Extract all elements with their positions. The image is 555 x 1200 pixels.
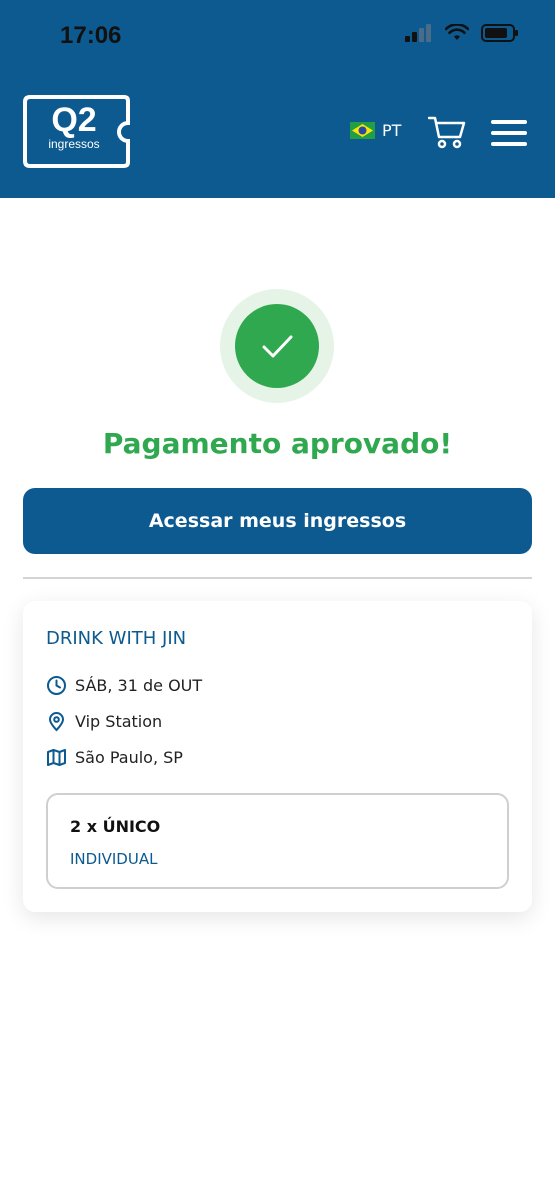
- event-city-row: São Paulo, SP: [46, 747, 183, 768]
- logo-text: Q2: [51, 101, 97, 139]
- event-city: São Paulo, SP: [75, 748, 183, 767]
- success-badge: [220, 289, 334, 403]
- hamburger-menu-icon[interactable]: [491, 120, 527, 146]
- ticket-quantity: 2 x ÚNICO: [70, 817, 161, 836]
- order-summary-card: DRINK WITH JIN SÁB, 31 de OUT Vip Statio…: [23, 601, 532, 912]
- event-title: DRINK WITH JIN: [46, 628, 187, 649]
- map-icon: [47, 749, 66, 766]
- payment-approved-title: Pagamento aprovado!: [102, 427, 453, 460]
- app-header: 17:06 Q2 ingressos PT: [0, 0, 555, 198]
- q2-logo[interactable]: Q2 ingressos: [22, 95, 132, 170]
- event-date: SÁB, 31 de OUT: [75, 676, 203, 695]
- battery-icon: [481, 24, 518, 42]
- signal-icon: [405, 24, 431, 42]
- logo-subtext: ingressos: [48, 137, 100, 151]
- divider: [23, 577, 532, 579]
- location-pin-icon: [48, 712, 65, 732]
- event-venue-row: Vip Station: [46, 711, 162, 732]
- brazil-flag-icon: [350, 122, 375, 139]
- ticket-item: 2 x ÚNICO INDIVIDUAL: [46, 793, 509, 889]
- check-icon: [262, 335, 293, 358]
- status-time: 17:06: [60, 22, 122, 49]
- access-tickets-button[interactable]: Acessar meus ingressos: [23, 488, 532, 554]
- clock-icon: [47, 676, 66, 695]
- cart-icon[interactable]: [428, 115, 466, 149]
- language-selector[interactable]: PT: [350, 121, 401, 140]
- event-venue: Vip Station: [75, 712, 163, 731]
- status-icons: [405, 24, 519, 42]
- wifi-icon: [445, 24, 469, 40]
- event-date-row: SÁB, 31 de OUT: [46, 675, 202, 696]
- language-label: PT: [382, 121, 402, 140]
- ticket-type: INDIVIDUAL: [70, 850, 158, 868]
